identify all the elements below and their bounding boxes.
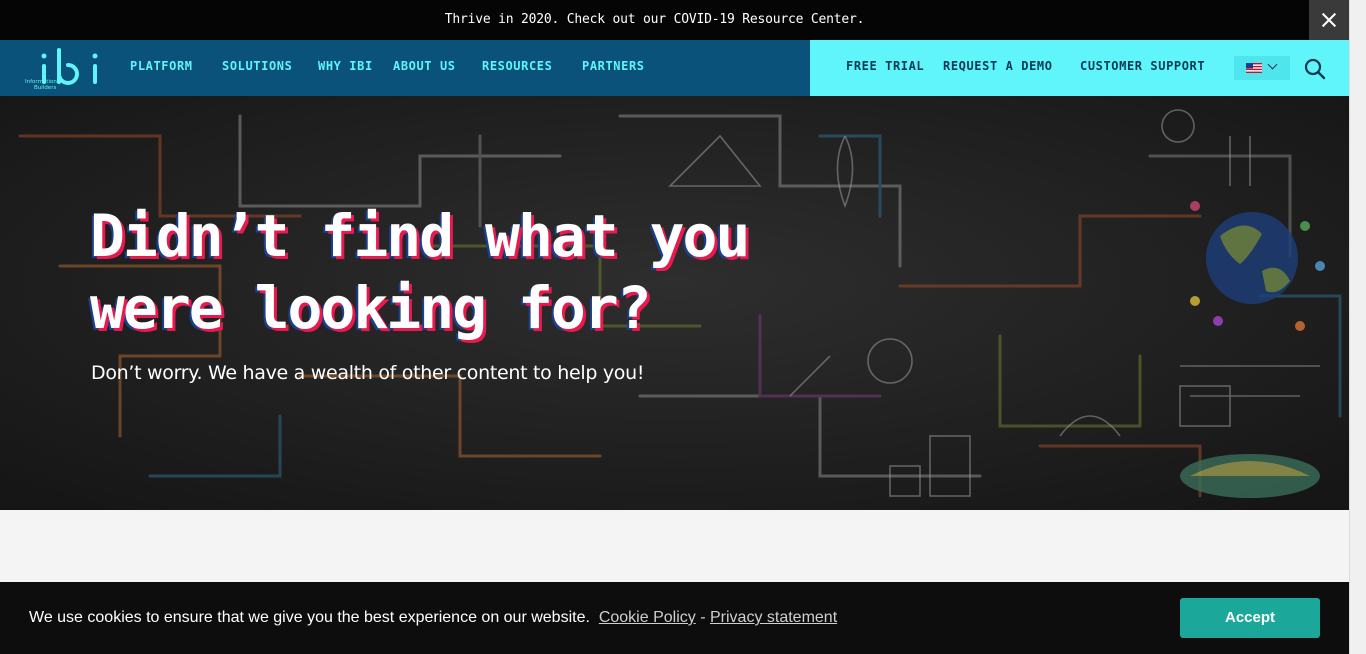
page-scrollbar[interactable] bbox=[1349, 0, 1366, 654]
nav-about-us[interactable]: ABOUT US bbox=[393, 59, 456, 73]
chevron-down-icon bbox=[1267, 59, 1278, 70]
cookie-policy-link[interactable]: Cookie Policy bbox=[599, 609, 696, 626]
cookie-message-row: We use cookies to ensure that we give yo… bbox=[29, 609, 837, 627]
language-selector[interactable] bbox=[1234, 56, 1290, 80]
nav-why-ibi[interactable]: WHY IBI bbox=[318, 59, 373, 73]
nav-customer-support[interactable]: CUSTOMER SUPPORT bbox=[1080, 59, 1205, 73]
hero-subtitle: Don’t worry. We have a wealth of other c… bbox=[91, 362, 645, 384]
privacy-statement-link[interactable]: Privacy statement bbox=[710, 609, 837, 626]
page: Thrive in 2020. Check out our COVID-19 R… bbox=[0, 0, 1349, 654]
hero-banner: Didn’t find what you were looking for? D… bbox=[0, 96, 1349, 510]
us-flag-icon bbox=[1246, 63, 1262, 73]
nav-resources[interactable]: RESOURCES bbox=[482, 59, 552, 73]
hero-title-line2: were looking for? bbox=[90, 274, 652, 342]
search-icon[interactable] bbox=[1302, 56, 1328, 82]
announcement-bar: Thrive in 2020. Check out our COVID-19 R… bbox=[0, 0, 1349, 40]
cookie-separator: - bbox=[700, 609, 706, 626]
nav-solutions[interactable]: SOLUTIONS bbox=[222, 59, 292, 73]
cookie-banner: We use cookies to ensure that we give yo… bbox=[0, 582, 1349, 654]
cookie-message: We use cookies to ensure that we give yo… bbox=[29, 609, 590, 626]
accept-button[interactable]: Accept bbox=[1180, 598, 1320, 638]
logo-text-2: Builders bbox=[34, 85, 56, 91]
announcement-link[interactable]: Thrive in 2020. Check out our COVID-19 R… bbox=[0, 0, 1309, 40]
primary-nav: Information Builders PLATFORM SOLUTIONS … bbox=[0, 40, 810, 96]
nav-request-demo[interactable]: REQUEST A DEMO bbox=[943, 59, 1053, 73]
nav-free-trial[interactable]: FREE TRIAL bbox=[846, 59, 924, 73]
hero-title: Didn’t find what you were looking for? bbox=[90, 200, 850, 344]
hero-title-line1: Didn’t find what you bbox=[90, 202, 750, 270]
nav-platform[interactable]: PLATFORM bbox=[130, 59, 193, 73]
ibi-logo[interactable]: Information Builders bbox=[22, 44, 104, 92]
site-header: Information Builders PLATFORM SOLUTIONS … bbox=[0, 40, 1349, 96]
nav-partners[interactable]: PARTNERS bbox=[582, 59, 645, 73]
close-icon[interactable] bbox=[1309, 0, 1349, 40]
